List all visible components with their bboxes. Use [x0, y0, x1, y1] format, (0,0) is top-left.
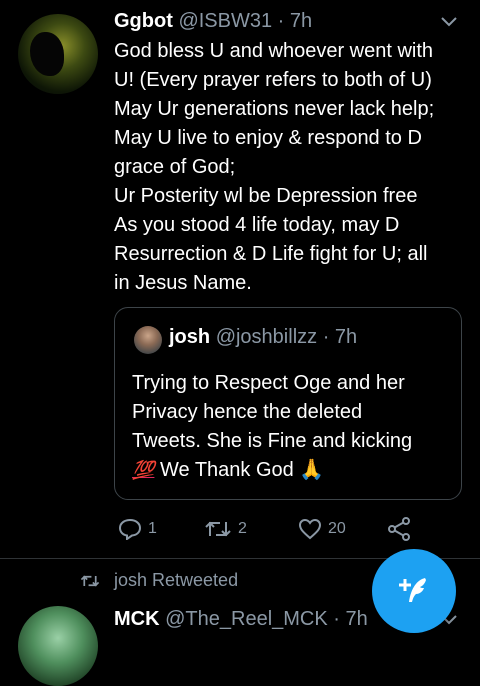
quoted-timestamp: 7h — [334, 326, 358, 348]
tweet-line: May Ur generations never lack help; — [114, 98, 435, 120]
reply-count: 1 — [148, 520, 157, 537]
handle[interactable]: @ISBW31 — [178, 10, 272, 32]
tweet-line: God bless U and whoever went with — [114, 40, 434, 62]
retweet-button[interactable]: 2 — [204, 514, 247, 544]
quoted-handle: @joshbillzz — [215, 326, 318, 348]
avatar[interactable] — [18, 606, 98, 686]
quoted-header: josh @joshbillzz · 7h — [169, 326, 357, 349]
retweet-context[interactable]: josh Retweeted — [80, 570, 238, 591]
tweet-line: May U live to enjoy & respond to D — [114, 127, 422, 149]
tweet-body: God bless U and whoever went with U! (Ev… — [114, 37, 474, 298]
tweet-line: Ur Posterity wl be Depression free — [114, 185, 418, 207]
tweet-line: grace of God; — [114, 156, 236, 178]
quoted-line: Tweets. She is Fine and kicking — [132, 430, 413, 452]
hundred-points-emoji: 💯 — [132, 460, 155, 480]
tweet-line: in Jesus Name. — [114, 272, 252, 294]
folded-hands-emoji: 🙏 — [299, 459, 325, 481]
quoted-tweet[interactable]: josh @joshbillzz · 7h Trying to Respect … — [114, 307, 462, 500]
quoted-body: Trying to Respect Oge and her Privacy he… — [132, 369, 452, 485]
display-name[interactable]: Ggbot — [114, 10, 173, 32]
share-icon — [388, 517, 410, 541]
quoted-display-name: josh — [169, 326, 211, 348]
compose-tweet-button[interactable] — [372, 549, 456, 633]
avatar-figure — [30, 32, 64, 76]
retweet-icon — [80, 575, 100, 586]
reply-button[interactable]: 1 — [118, 514, 157, 544]
quoted-line: Trying to Respect Oge and her — [132, 372, 405, 394]
handle[interactable]: @The_Reel_MCK — [165, 608, 328, 630]
chevron-down-icon[interactable] — [440, 16, 458, 28]
action-bar: 1 2 20 — [118, 514, 458, 544]
share-button[interactable] — [386, 514, 418, 544]
heart-icon — [298, 518, 322, 540]
tweet-header: Ggbot @ISBW31 · 7h — [114, 10, 312, 33]
like-button[interactable]: 20 — [298, 514, 346, 544]
quoted-avatar — [134, 326, 162, 354]
separator: · — [322, 326, 335, 348]
compose-feather-icon — [399, 578, 426, 602]
tweet-line: As you stood 4 life today, may D — [114, 214, 400, 236]
quoted-line: Privacy hence the deleted — [132, 401, 363, 423]
retweet-count: 2 — [238, 520, 247, 537]
like-count: 20 — [328, 520, 346, 537]
separator: · — [277, 10, 290, 32]
quoted-line-last: 💯 We Thank God 🙏 — [132, 456, 452, 485]
quoted-line-text: We Thank God — [159, 459, 294, 481]
tweet-card[interactable]: Ggbot @ISBW31 · 7h God bless U and whoev… — [0, 0, 480, 560]
tweet-line: U! (Every prayer refers to both of U) — [114, 69, 432, 91]
display-name[interactable]: MCK — [114, 608, 160, 630]
timestamp[interactable]: 7h — [290, 10, 312, 32]
timestamp[interactable]: 7h — [345, 608, 367, 630]
retweet-icon — [205, 521, 231, 537]
avatar[interactable] — [18, 14, 98, 94]
tweet-header: MCK @The_Reel_MCK · 7h — [114, 608, 368, 631]
tweet-line: Resurrection & D Life fight for U; all — [114, 243, 428, 265]
separator: · — [333, 608, 346, 630]
retweet-label: josh Retweeted — [114, 570, 239, 590]
reply-icon — [118, 518, 142, 540]
